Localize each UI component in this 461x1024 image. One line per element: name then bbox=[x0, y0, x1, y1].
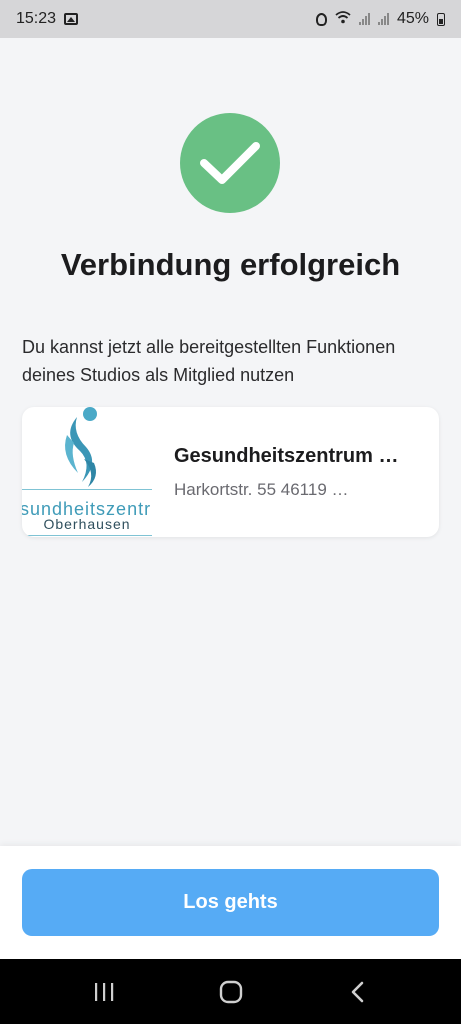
screen: 15:23 45% Verbindung erfolgreich Du kann… bbox=[0, 0, 461, 1024]
studio-address: Harkortstr. 55 46119 … bbox=[174, 479, 349, 499]
back-icon[interactable] bbox=[338, 972, 378, 1012]
battery-percent: 45% bbox=[396, 10, 429, 27]
wifi-icon bbox=[335, 11, 351, 27]
studio-name: Gesundheitszentrum … bbox=[174, 444, 399, 467]
studio-card[interactable]: sundheitszentr Oberhausen Gesundheitszen… bbox=[22, 407, 439, 537]
alarm-icon bbox=[315, 12, 327, 26]
logo-divider-bottom bbox=[22, 535, 152, 536]
recents-icon[interactable] bbox=[84, 972, 124, 1012]
system-nav-bar bbox=[0, 959, 461, 1024]
status-time: 15:23 bbox=[16, 10, 57, 27]
success-checkmark-icon bbox=[180, 113, 280, 213]
gallery-icon bbox=[64, 13, 79, 25]
bottom-action-bar: Los gehts bbox=[0, 846, 461, 959]
status-right: 45% bbox=[315, 10, 445, 28]
studio-logo: sundheitszentr Oberhausen bbox=[22, 407, 152, 537]
success-description: Du kannst jetzt alle bereitgestellten Fu… bbox=[22, 337, 396, 385]
status-left: 15:23 bbox=[16, 10, 79, 28]
signal-icon-2 bbox=[377, 13, 389, 25]
signal-icon bbox=[358, 13, 370, 25]
studio-logo-subtext: Oberhausen bbox=[43, 516, 131, 532]
status-bar: 15:23 45% bbox=[0, 0, 461, 38]
los-gehts-button[interactable]: Los gehts bbox=[22, 869, 439, 936]
logo-divider-top bbox=[22, 489, 152, 490]
home-icon[interactable] bbox=[211, 972, 251, 1012]
battery-icon bbox=[437, 12, 445, 26]
page-title: Verbindung erfolgreich bbox=[60, 247, 401, 282]
studio-logo-emblem bbox=[65, 407, 97, 487]
studio-info: Gesundheitszentrum … Harkortstr. 55 4611… bbox=[152, 445, 398, 500]
